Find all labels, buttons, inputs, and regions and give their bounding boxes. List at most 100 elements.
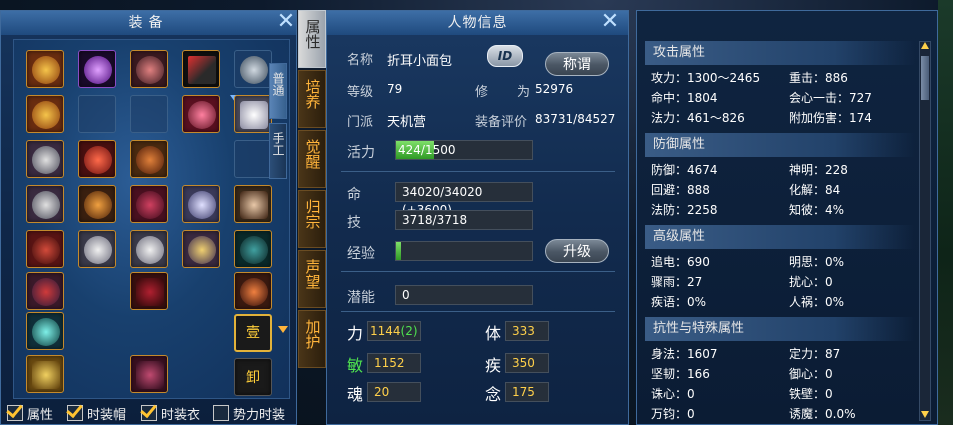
- stat-attack-0-0: 攻力：1300～2465: [651, 71, 761, 85]
- equipment-slot-area: 壹 卸: [13, 39, 290, 399]
- agi-label: 敏: [347, 356, 364, 375]
- potential-label: 潜能: [347, 290, 375, 306]
- gear-slot-mount-emblem[interactable]: [234, 50, 272, 88]
- checkbox-icon[interactable]: [67, 405, 83, 421]
- exp-label: 经验: [347, 246, 375, 262]
- sect-label: 门派: [347, 115, 374, 130]
- checkbox-icon[interactable]: [7, 405, 23, 421]
- scroll-thumb[interactable]: [921, 56, 929, 100]
- stat-advanced-2-0: 疾语：0%: [651, 295, 707, 309]
- stat-advanced-1-0: 骤雨：27: [651, 275, 703, 289]
- checkbox-fashion-hat[interactable]: 时装帽: [67, 403, 126, 423]
- equipment-side-tabs: 普通 手工: [269, 63, 287, 183]
- gear-slot-mount[interactable]: [234, 230, 272, 268]
- gear-slot-belt[interactable]: [26, 230, 64, 268]
- gear-slot-mask-2[interactable]: [26, 185, 64, 223]
- vitality-text: 424/1500: [398, 143, 456, 157]
- exp-bar: [395, 241, 533, 261]
- equipment-title: 装备: [1, 11, 296, 35]
- crown-button[interactable]: 壹: [234, 314, 272, 352]
- section-header-attack: 攻击属性: [645, 41, 915, 65]
- tab-protect[interactable]: 加护: [298, 310, 326, 368]
- unequip-button[interactable]: 卸: [234, 358, 272, 396]
- exp-bar-fill: [396, 242, 402, 260]
- gear-slot-shoulder[interactable]: [130, 140, 168, 178]
- attributes-scrollbar[interactable]: [919, 41, 931, 421]
- section-header-resist: 抗性与特殊属性: [645, 317, 915, 341]
- gear-slot-empty-2[interactable]: [130, 95, 168, 133]
- stat-attack-0-1: 重击：886: [789, 71, 848, 85]
- con-label: 体: [485, 324, 502, 343]
- gear-slot-device[interactable]: [182, 230, 220, 268]
- stat-defense-2-0: 法防：2258: [651, 203, 718, 217]
- stat-resist-3-0: 万钧：0: [651, 407, 695, 421]
- tab-awaken[interactable]: 觉醒: [298, 130, 326, 188]
- tab-cultivate[interactable]: 培养: [298, 70, 326, 128]
- gear-slot-empty-3[interactable]: [234, 140, 272, 178]
- gear-slot-jade[interactable]: [26, 312, 64, 350]
- gear-slot-chest[interactable]: [130, 185, 168, 223]
- checkbox-faction-fashion[interactable]: 势力时装: [213, 403, 285, 423]
- scroll-up-icon[interactable]: [921, 42, 929, 49]
- name-label: 名称: [347, 53, 374, 68]
- gear-slot-helm[interactable]: [130, 50, 168, 88]
- divider: [341, 311, 615, 312]
- scroll-down-icon[interactable]: [921, 411, 929, 418]
- con-field: 333: [505, 321, 549, 341]
- gear-slot-orb[interactable]: [78, 50, 116, 88]
- gear-slot-pet[interactable]: [234, 272, 272, 310]
- gear-slot-fashion-robe[interactable]: [234, 95, 272, 133]
- cultivation-value: 52976: [535, 82, 574, 96]
- gear-slot-wings[interactable]: [78, 140, 116, 178]
- spd-field: 350: [505, 353, 549, 373]
- gear-slot-ring[interactable]: [26, 50, 64, 88]
- stat-resist-0-1: 定力：87: [789, 347, 841, 361]
- hp-field: 34020/34020 (+3600): [395, 182, 533, 217]
- gear-slot-weapon[interactable]: [182, 50, 220, 88]
- stat-defense-1-0: 回避：888: [651, 183, 710, 197]
- gear-slot-amulet[interactable]: [26, 272, 64, 310]
- stat-attack-2-0: 法力：461～826: [651, 111, 745, 125]
- game-scene-edge: [938, 0, 953, 425]
- checkbox-icon[interactable]: [213, 405, 229, 421]
- tab-reputation[interactable]: 声望: [298, 250, 326, 308]
- gear-slot-charm[interactable]: [26, 355, 64, 393]
- id-button[interactable]: ID: [487, 45, 523, 67]
- equipment-close-icon[interactable]: ✕: [275, 11, 297, 34]
- gear-slot-pants[interactable]: [130, 272, 168, 310]
- character-close-icon[interactable]: ✕: [599, 11, 621, 34]
- tab-handcraft[interactable]: 手工: [269, 123, 287, 179]
- gear-slot-empty-1[interactable]: [78, 95, 116, 133]
- gear-slot-ring-2[interactable]: [26, 95, 64, 133]
- gear-score-label: 装备评价: [475, 115, 528, 130]
- gear-slot-mask[interactable]: [26, 140, 64, 178]
- gear-slot-glove[interactable]: [78, 230, 116, 268]
- checkbox-icon[interactable]: [141, 405, 157, 421]
- gear-slot-bracer[interactable]: [182, 95, 220, 133]
- scroll-down-icon[interactable]: [278, 326, 288, 333]
- upgrade-button[interactable]: 升级: [545, 239, 609, 263]
- tab-return[interactable]: 归宗: [298, 190, 326, 248]
- str-label: 力: [347, 324, 364, 343]
- checkbox-attr[interactable]: 属性: [7, 403, 53, 423]
- agi-field: 1152: [367, 353, 421, 373]
- stat-attack-1-0: 命中：1804: [651, 91, 718, 105]
- character-tabs: 属性 培养 觉醒 归宗 声望 加护: [298, 10, 326, 370]
- gear-slot-boot-charm[interactable]: [130, 230, 168, 268]
- tab-attributes[interactable]: 属性: [298, 10, 326, 68]
- gear-slot-boots[interactable]: [130, 355, 168, 393]
- tab-normal[interactable]: 普通: [269, 63, 287, 119]
- vitality-bar: 424/1500: [395, 140, 533, 160]
- stat-resist-1-1: 御心：0: [789, 367, 833, 381]
- soul-label: 魂: [347, 385, 364, 404]
- gear-slot-crossbow[interactable]: [182, 185, 220, 223]
- gear-slot-portrait[interactable]: [234, 185, 272, 223]
- spd-label: 疾: [485, 356, 502, 375]
- stat-defense-2-1: 知彼：4%: [789, 203, 845, 217]
- title-button[interactable]: 称谓: [545, 52, 609, 76]
- divider: [341, 171, 615, 172]
- stat-advanced-1-1: 扰心：0: [789, 275, 833, 289]
- divider: [341, 271, 615, 272]
- checkbox-fashion-clothes[interactable]: 时装衣: [141, 403, 200, 423]
- gear-slot-arm[interactable]: [78, 185, 116, 223]
